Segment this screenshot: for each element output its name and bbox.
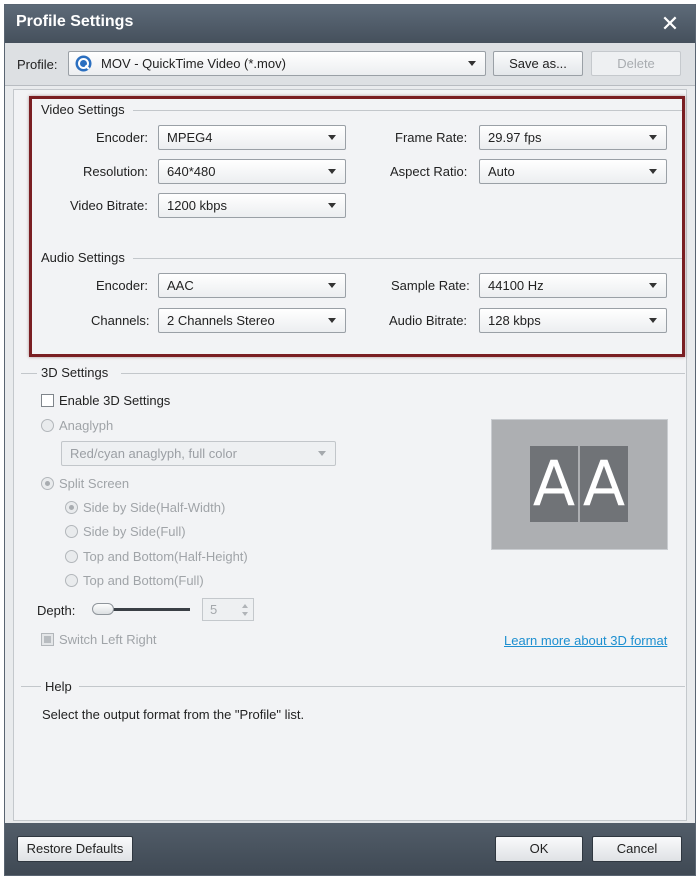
profile-bar: Profile: MOV - QuickTime Video (*.mov) S… xyxy=(5,43,695,86)
anaglyph-radio[interactable] xyxy=(41,419,54,432)
close-icon[interactable]: ✕ xyxy=(659,13,681,35)
3d-settings-title: 3D Settings xyxy=(41,365,109,380)
switch-left-right-checkbox[interactable] xyxy=(41,633,54,646)
delete-button[interactable]: Delete xyxy=(591,51,681,76)
depth-slider-thumb[interactable] xyxy=(92,603,114,615)
help-title: Help xyxy=(45,679,72,694)
side-by-side-full-radio[interactable] xyxy=(65,525,78,538)
restore-defaults-button[interactable]: Restore Defaults xyxy=(17,836,133,862)
profile-select[interactable]: MOV - QuickTime Video (*.mov) xyxy=(68,51,486,76)
depth-label: Depth: xyxy=(37,603,76,618)
enable-3d-label: Enable 3D Settings xyxy=(59,393,171,408)
profile-settings-dialog: Profile Settings ✕ Profile: MOV - QuickT… xyxy=(4,4,696,876)
title-bar: Profile Settings ✕ xyxy=(5,5,695,43)
split-screen-label: Split Screen xyxy=(59,476,130,491)
split-screen-radio[interactable] xyxy=(41,477,54,490)
anaglyph-mode-select[interactable]: Red/cyan anaglyph, full color xyxy=(61,441,336,466)
chevron-down-icon xyxy=(468,61,476,66)
profile-label: Profile: xyxy=(17,57,58,72)
depth-value: 5 xyxy=(210,602,218,617)
top-bottom-full-label: Top and Bottom(Full) xyxy=(83,573,204,588)
learn-more-3d-link[interactable]: Learn more about 3D format xyxy=(504,633,667,648)
help-divider xyxy=(79,686,685,687)
top-bottom-full-radio[interactable] xyxy=(65,574,78,587)
ok-button[interactable]: OK xyxy=(495,836,583,862)
preview-right-letter: A xyxy=(580,446,628,522)
preview-left-letter: A xyxy=(530,446,578,522)
3d-settings-divider xyxy=(121,373,685,374)
save-as-button[interactable]: Save as... xyxy=(493,51,583,76)
top-bottom-half-radio[interactable] xyxy=(65,550,78,563)
depth-spinbox[interactable]: 5 xyxy=(202,598,254,621)
side-by-side-half-label: Side by Side(Half-Width) xyxy=(83,500,226,515)
spin-up-icon[interactable] xyxy=(242,604,248,608)
side-by-side-full-label: Side by Side(Full) xyxy=(83,524,186,539)
dialog-footer: Restore Defaults OK Cancel xyxy=(5,823,695,875)
top-bottom-half-label: Top and Bottom(Half-Height) xyxy=(83,549,248,564)
cancel-button[interactable]: Cancel xyxy=(592,836,682,862)
enable-3d-checkbox[interactable] xyxy=(41,394,54,407)
dialog-title: Profile Settings xyxy=(16,13,134,30)
highlight-frame xyxy=(29,96,685,357)
anaglyph-label: Anaglyph xyxy=(59,418,114,433)
switch-left-right-label: Switch Left Right xyxy=(59,632,157,647)
quicktime-icon xyxy=(75,55,92,72)
chevron-down-icon xyxy=(318,451,326,456)
side-by-side-half-radio[interactable] xyxy=(65,501,78,514)
help-divider-left xyxy=(21,686,41,687)
spin-down-icon[interactable] xyxy=(242,612,248,616)
anaglyph-mode-value: Red/cyan anaglyph, full color xyxy=(70,446,237,461)
profile-select-value: MOV - QuickTime Video (*.mov) xyxy=(101,56,286,71)
3d-preview: A A xyxy=(491,419,668,550)
help-text: Select the output format from the "Profi… xyxy=(42,707,305,722)
3d-settings-divider-left xyxy=(21,373,37,374)
